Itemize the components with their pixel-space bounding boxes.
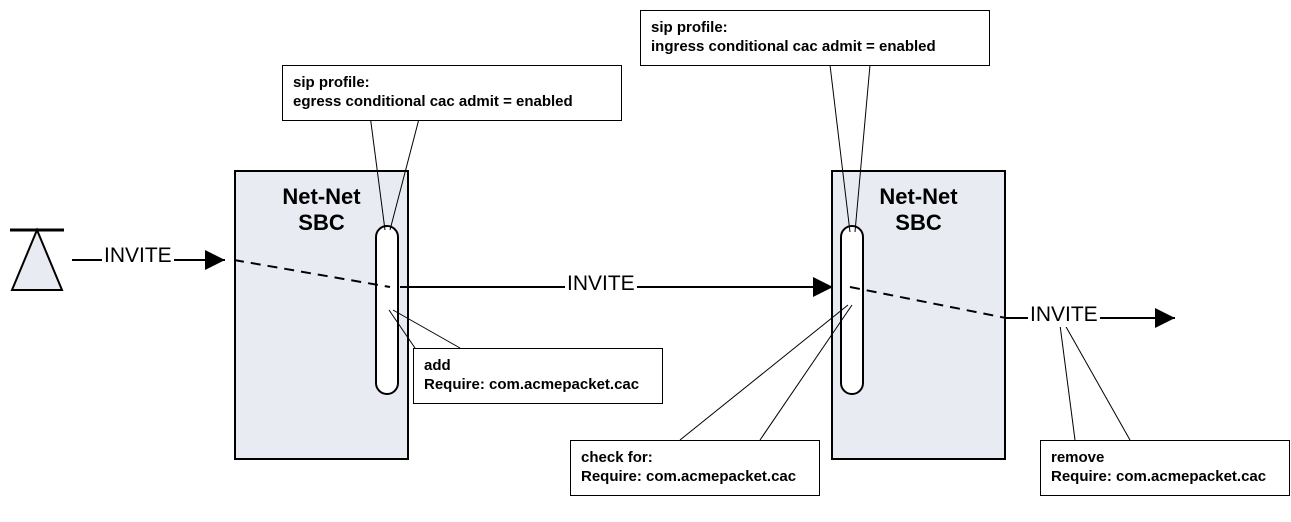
callout-egress-line1: sip profile: <box>293 74 611 93</box>
callout-egress: sip profile: egress conditional cac admi… <box>282 65 622 121</box>
callout-remove-line1: remove <box>1051 449 1279 468</box>
callout-add: add Require: com.acmepacket.cac <box>413 348 663 404</box>
invite-label-2: INVITE <box>565 272 637 296</box>
callout-check-line1: check for: <box>581 449 809 468</box>
callout-ingress-line2: ingress conditional cac admit = enabled <box>651 38 979 57</box>
callout-ingress: sip profile: ingress conditional cac adm… <box>640 10 990 66</box>
interface-pill-1 <box>375 225 399 395</box>
callout-add-line2: Require: com.acmepacket.cac <box>424 376 652 395</box>
callout-check-line2: Require: com.acmepacket.cac <box>581 468 809 487</box>
callout-add-line1: add <box>424 357 652 376</box>
interface-pill-2 <box>840 225 864 395</box>
invite-label-1: INVITE <box>102 244 174 268</box>
diagram-canvas: Net-Net SBC Net-Net SBC <box>0 0 1291 522</box>
callout-ingress-line1: sip profile: <box>651 19 979 38</box>
callout-remove-line2: Require: com.acmepacket.cac <box>1051 468 1279 487</box>
sbc1-title-line1: Net-Net <box>236 184 407 210</box>
invite-label-3: INVITE <box>1028 303 1100 327</box>
callout-check: check for: Require: com.acmepacket.cac <box>570 440 820 496</box>
callout-remove: remove Require: com.acmepacket.cac <box>1040 440 1290 496</box>
sbc2-title-line1: Net-Net <box>833 184 1004 210</box>
callout-egress-line2: egress conditional cac admit = enabled <box>293 93 611 112</box>
